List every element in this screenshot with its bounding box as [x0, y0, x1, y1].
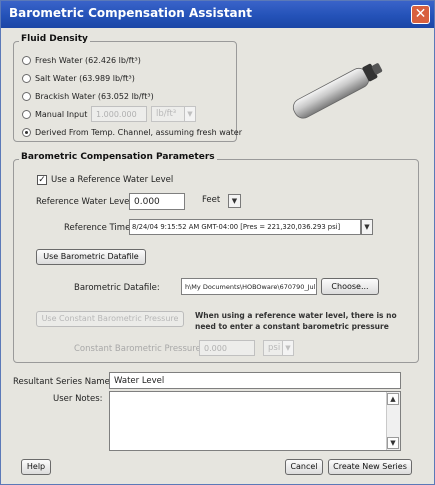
constant-pressure-input[interactable]: 0.000: [199, 340, 255, 356]
title-bar: Barometric Compensation Assistant ✕: [1, 1, 434, 28]
window-title: Barometric Compensation Assistant: [9, 6, 252, 20]
params-title: Barometric Compensation Parameters: [19, 152, 217, 162]
cancel-button[interactable]: Cancel: [285, 459, 323, 475]
use-reference-label: Use a Reference Water Level: [51, 175, 174, 185]
reference-level-input[interactable]: 0.000: [129, 193, 185, 210]
constant-pressure-unit-value: psi: [268, 343, 281, 353]
constant-pressure-label: Constant Barometric Pressure:: [74, 344, 204, 354]
sensor-logger-icon: [292, 63, 383, 119]
use-barometric-datafile-button[interactable]: Use Barometric Datafile: [36, 249, 146, 265]
radio-derived-temp[interactable]: [22, 128, 31, 137]
reference-level-label: Reference Water Level:: [36, 197, 135, 207]
reference-note: When using a reference water level, ther…: [195, 311, 397, 331]
dropdown-arrow-icon[interactable]: ▼: [282, 340, 294, 356]
radio-manual-input[interactable]: [22, 110, 31, 119]
dropdown-arrow-icon[interactable]: ▼: [184, 106, 196, 122]
radio-manual-input-label: Manual Input: [35, 110, 88, 119]
reference-unit-select[interactable]: Feet: [198, 193, 226, 210]
radio-fresh-water-label: Fresh Water (62.426 lb/ft³): [35, 56, 141, 65]
create-new-series-button[interactable]: Create New Series: [328, 459, 412, 475]
scroll-down-icon[interactable]: ▼: [387, 437, 399, 449]
fluid-density-title: Fluid Density: [19, 34, 90, 44]
user-notes-label: User Notes:: [53, 394, 103, 404]
radio-brackish-water[interactable]: [22, 92, 31, 101]
reference-time-select[interactable]: 8/24/04 9:15:52 AM GMT-04:00 [Pres = 221…: [129, 219, 361, 235]
barometric-datafile-label: Barometric Datafile:: [74, 283, 160, 293]
dropdown-arrow-icon[interactable]: ▼: [361, 219, 373, 235]
close-icon[interactable]: ✕: [411, 5, 430, 24]
reference-unit-value: Feet: [202, 195, 221, 205]
series-name-label: Resultant Series Name:: [13, 377, 113, 387]
user-notes-textarea[interactable]: [109, 391, 401, 451]
manual-density-unit-select[interactable]: lb/ft³: [151, 106, 185, 122]
radio-derived-temp-label: Derived From Temp. Channel, assuming fre…: [35, 128, 243, 137]
radio-brackish-water-label: Brackish Water (63.052 lb/ft³): [35, 92, 154, 101]
radio-salt-water-label: Salt Water (63.989 lb/ft³): [35, 74, 135, 83]
dropdown-arrow-icon[interactable]: ▼: [228, 194, 241, 208]
choose-file-button[interactable]: Choose...: [321, 278, 379, 295]
help-button[interactable]: Help: [21, 459, 51, 475]
use-constant-pressure-button[interactable]: Use Constant Barometric Pressure: [36, 311, 184, 327]
radio-fresh-water[interactable]: [22, 56, 31, 65]
radio-salt-water[interactable]: [22, 74, 31, 83]
manual-density-input[interactable]: 1.000.000: [91, 106, 147, 122]
constant-pressure-unit-select[interactable]: psi: [263, 340, 283, 356]
reference-time-label: Reference Time:: [64, 223, 134, 233]
scroll-up-icon[interactable]: ▲: [387, 393, 399, 405]
manual-density-unit-value: lb/ft³: [156, 109, 177, 119]
use-reference-checkbox[interactable]: ✓: [37, 175, 47, 185]
series-name-input[interactable]: Water Level: [109, 372, 401, 389]
dialog-window: Barometric Compensation Assistant ✕ Flui…: [0, 0, 435, 485]
barometric-datafile-input[interactable]: h\My Documents\HOBOware\670790_Julie.hob…: [181, 278, 317, 295]
